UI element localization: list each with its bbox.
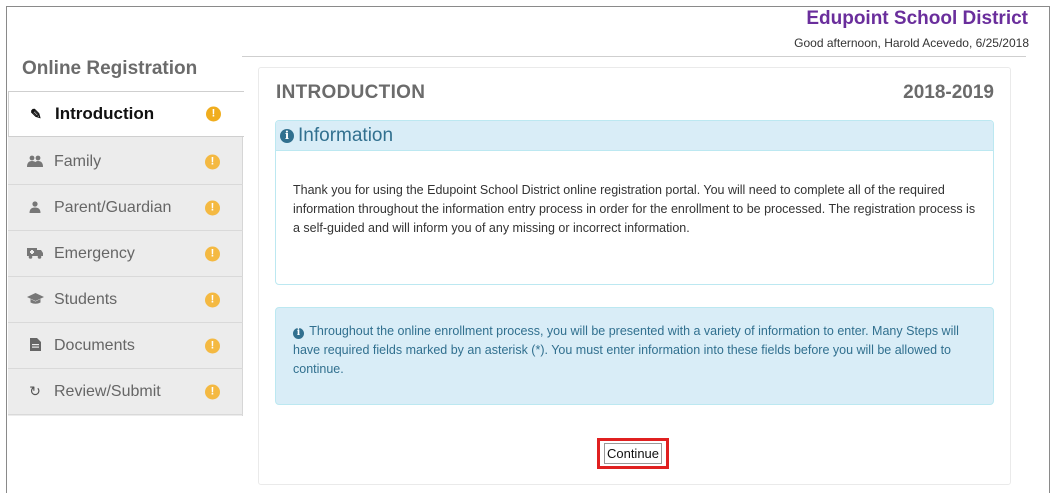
warning-icon: !: [205, 246, 220, 261]
sidebar: ✎ Introduction ! Family ! Parent/Guardia…: [8, 91, 244, 416]
information-heading: i Information: [276, 121, 993, 151]
sidebar-item-students[interactable]: Students !: [8, 277, 243, 323]
information-heading-text: Information: [298, 124, 394, 146]
sidebar-item-documents[interactable]: Documents !: [8, 323, 243, 369]
district-name: Edupoint School District: [806, 8, 1028, 29]
greeting-text: Good afternoon, Harold Acevedo, 6/25/201…: [794, 36, 1029, 50]
warning-icon: !: [205, 384, 220, 399]
sidebar-item-label: Review/Submit: [54, 382, 161, 400]
sidebar-item-parent-guardian[interactable]: Parent/Guardian !: [8, 185, 243, 231]
warning-icon: !: [205, 154, 220, 169]
refresh-icon: ↻: [29, 383, 41, 399]
header-divider: [242, 56, 1026, 57]
info-alert: i Throughout the online enrollment proce…: [275, 307, 994, 405]
sidebar-item-label: Documents: [54, 336, 135, 354]
warning-icon: !: [206, 106, 221, 122]
sidebar-item-label: Emergency: [54, 244, 135, 262]
sidebar-item-label: Introduction: [55, 104, 155, 123]
information-body: Thank you for using the Edupoint School …: [293, 183, 976, 235]
sidebar-item-family[interactable]: Family !: [8, 139, 243, 185]
warning-icon: !: [205, 200, 220, 215]
info-alert-content: i Throughout the online enrollment proce…: [293, 322, 983, 379]
sidebar-item-emergency[interactable]: Emergency !: [8, 231, 243, 277]
page-title: INTRODUCTION: [276, 82, 426, 103]
sidebar-item-label: Parent/Guardian: [54, 198, 172, 216]
continue-button[interactable]: Continue: [597, 438, 669, 469]
sidebar-item-label: Family: [54, 152, 102, 170]
continue-button-label: Continue: [603, 443, 663, 464]
info-alert-text: Throughout the online enrollment process…: [293, 324, 959, 376]
sidebar-title: Online Registration: [22, 58, 198, 79]
warning-icon: !: [205, 292, 220, 307]
ambulance-icon: [26, 246, 44, 262]
user-icon: [26, 200, 44, 216]
warning-icon: !: [205, 338, 220, 353]
sidebar-item-introduction[interactable]: ✎ Introduction !: [8, 91, 244, 137]
users-icon: [26, 154, 44, 170]
school-year: 2018-2019: [903, 82, 994, 103]
info-icon: i: [280, 128, 294, 143]
sidebar-item-label: Students: [54, 290, 118, 308]
graduation-cap-icon: [26, 292, 44, 308]
info-icon: i: [293, 328, 304, 339]
file-icon: [26, 337, 44, 354]
sidebar-item-review-submit[interactable]: ↻ Review/Submit !: [8, 369, 243, 415]
information-box: i Information Thank you for using the Ed…: [275, 120, 994, 285]
pencil-icon: ✎: [30, 105, 42, 122]
